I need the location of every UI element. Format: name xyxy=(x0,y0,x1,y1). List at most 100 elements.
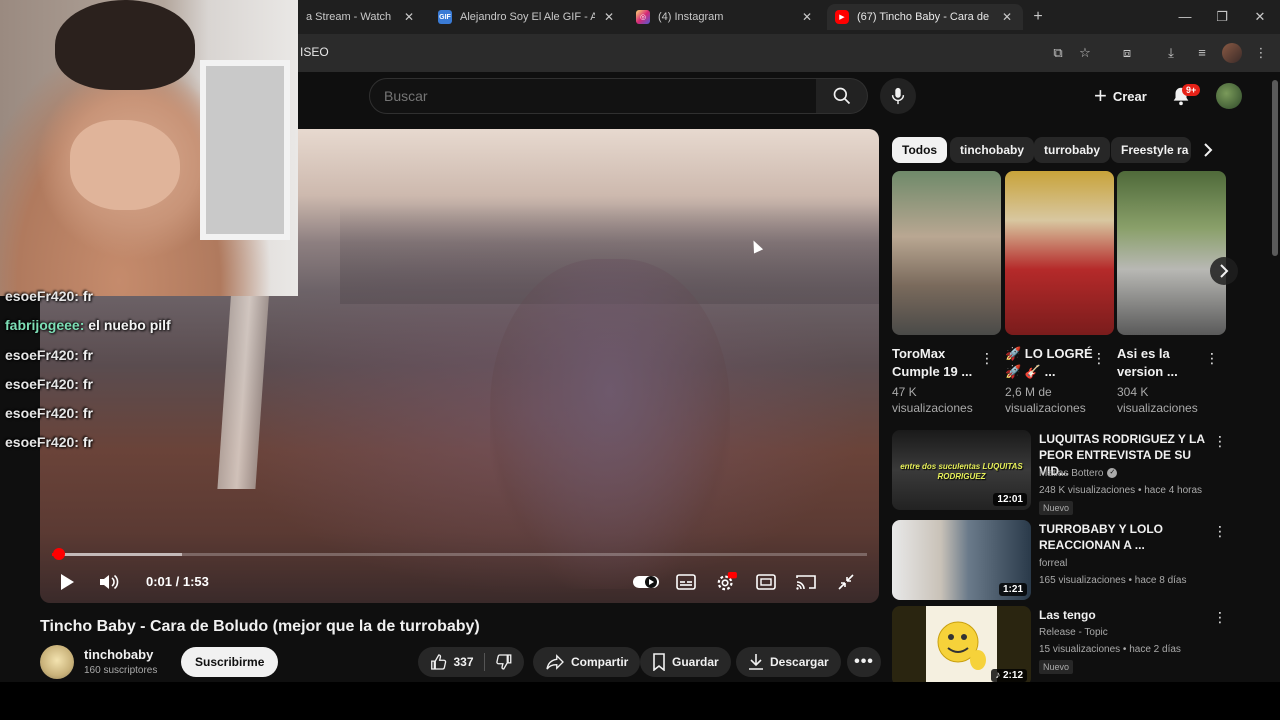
short-thumbnail[interactable] xyxy=(892,171,1001,335)
minimize-icon[interactable]: — xyxy=(1175,8,1195,26)
instagram-favicon-icon: ◎ xyxy=(636,10,650,24)
progress-bar[interactable] xyxy=(52,548,867,560)
short-menu-icon[interactable]: ⋮ xyxy=(980,349,994,367)
subtitles-button[interactable] xyxy=(672,569,700,595)
chips-next-button[interactable] xyxy=(1196,138,1220,162)
search-box xyxy=(369,78,817,114)
url-text[interactable]: ISEO xyxy=(300,45,329,59)
related-channel-name[interactable]: forreal xyxy=(1039,558,1067,569)
media-controls-icon[interactable]: ≡ xyxy=(1193,44,1211,62)
profile-avatar[interactable] xyxy=(1222,43,1242,63)
chip-freestyle[interactable]: Freestyle ra xyxy=(1111,137,1191,163)
chip-todos[interactable]: Todos xyxy=(892,137,948,163)
more-horizontal-icon: ••• xyxy=(854,653,874,670)
save-button[interactable]: Guardar xyxy=(640,647,731,677)
scrubber-handle[interactable] xyxy=(53,548,66,560)
tab-title: Alejandro Soy El Ale GIF - Alejan xyxy=(460,11,595,23)
chat-text: fr xyxy=(82,434,93,451)
volume-button[interactable] xyxy=(96,569,124,595)
downloads-icon[interactable]: ⤓ xyxy=(1162,44,1180,62)
create-label: Crear xyxy=(1112,88,1147,104)
short-views: 2,6 M de visualizaciones xyxy=(1005,385,1086,415)
short-card[interactable]: Asi es la version ... 304 Kvisualizacion… xyxy=(1117,171,1226,416)
related-channel-name[interactable]: Release - Topic xyxy=(1039,627,1108,638)
like-dislike-group: 337 xyxy=(418,647,524,677)
close-tab-icon[interactable]: ✕ xyxy=(999,10,1015,24)
play-button[interactable] xyxy=(53,569,81,595)
short-menu-icon[interactable]: ⋮ xyxy=(1205,349,1219,367)
short-card[interactable]: ToroMax Cumple 19 ... 47 Kvisualizacione… xyxy=(892,171,1001,416)
short-title[interactable]: 🚀 LO LOGRÉ 🚀 🎸 ... xyxy=(1005,345,1095,381)
fullscreen-exit-button[interactable] xyxy=(832,569,860,595)
video-menu-icon[interactable]: ⋮ xyxy=(1213,522,1227,540)
close-tab-icon[interactable]: ✕ xyxy=(799,10,815,24)
settings-button[interactable] xyxy=(712,569,740,595)
create-button[interactable]: + Crear xyxy=(1086,80,1155,112)
chat-username: esoeFr420: xyxy=(5,405,79,422)
account-avatar[interactable] xyxy=(1216,83,1242,109)
page-scrollbar[interactable] xyxy=(1270,72,1280,682)
extensions-icon[interactable]: ⧈ xyxy=(1118,44,1136,62)
webcam-person-hair xyxy=(55,0,195,90)
short-menu-icon[interactable]: ⋮ xyxy=(1092,349,1106,367)
short-views: 47 Kvisualizaciones xyxy=(892,385,973,415)
chip-tinchobaby[interactable]: tinchobaby xyxy=(950,137,1035,163)
close-tab-icon[interactable]: ✕ xyxy=(601,10,617,24)
thumbs-up-icon[interactable] xyxy=(430,653,448,671)
share-arrow-icon xyxy=(546,654,564,670)
short-thumbnail[interactable] xyxy=(1117,171,1226,335)
search-input[interactable] xyxy=(384,88,804,104)
related-video-title[interactable]: Las tengo xyxy=(1039,607,1214,623)
video-menu-icon[interactable]: ⋮ xyxy=(1213,608,1227,626)
new-badge: Nuevo xyxy=(1039,660,1074,674)
channel-name[interactable]: tinchobaby xyxy=(84,647,153,662)
autoplay-toggle[interactable] xyxy=(631,569,661,595)
download-button[interactable]: Descargar xyxy=(736,647,841,677)
short-thumbnail[interactable] xyxy=(1005,171,1114,335)
close-window-icon[interactable]: ✕ xyxy=(1250,8,1270,26)
related-video[interactable]: entre dos suculentas LUQUITAS RODRIGUEZ … xyxy=(892,430,1262,515)
browser-tab-youtube[interactable]: ▶ (67) Tincho Baby - Cara de Bolu ✕ xyxy=(827,4,1023,30)
more-actions-button[interactable]: ••• xyxy=(847,647,881,677)
theater-mode-button[interactable] xyxy=(752,569,780,595)
browser-tab-gif[interactable]: GIF Alejandro Soy El Ale GIF - Alejan ✕ xyxy=(430,4,625,30)
cast-button[interactable] xyxy=(792,569,820,595)
short-card[interactable]: 🚀 LO LOGRÉ 🚀 🎸 ... 2,6 M de visualizacion… xyxy=(1005,171,1114,416)
gif-favicon-icon: GIF xyxy=(438,10,452,24)
youtube-favicon-icon: ▶ xyxy=(835,10,849,24)
scrollbar-thumb[interactable] xyxy=(1272,80,1278,256)
related-video[interactable]: ♪ 2:12 Las tengo Release - Topic 15 visu… xyxy=(892,606,1262,686)
shorts-next-button[interactable] xyxy=(1210,257,1238,285)
tab-title: (67) Tincho Baby - Cara de Bolu xyxy=(857,11,993,23)
chevron-right-icon xyxy=(1204,143,1213,157)
video-frame-person xyxy=(490,259,730,589)
search-button[interactable] xyxy=(816,78,868,114)
bookmark-star-icon[interactable]: ☆ xyxy=(1076,44,1094,62)
browser-menu-icon[interactable]: ⋮ xyxy=(1252,44,1270,62)
related-video-title[interactable]: TURROBABY Y LOLO REACCIONAN A ... xyxy=(1039,521,1214,553)
chip-turrobaby[interactable]: turrobaby xyxy=(1034,137,1111,163)
maximize-icon[interactable]: ❐ xyxy=(1212,8,1232,26)
short-title[interactable]: ToroMax Cumple 19 ... xyxy=(892,345,982,381)
related-channel-name[interactable]: Matias Bottero ✓ xyxy=(1039,468,1118,479)
subscribe-button[interactable]: Suscribirme xyxy=(181,647,279,677)
short-title[interactable]: Asi es la version ... xyxy=(1117,345,1207,381)
close-tab-icon[interactable]: ✕ xyxy=(401,10,417,24)
video-thumbnail[interactable]: 1:21 xyxy=(892,520,1031,600)
volume-icon xyxy=(100,574,119,590)
voice-search-button[interactable] xyxy=(880,78,916,114)
related-video[interactable]: 1:21 TURROBABY Y LOLO REACCIONAN A ... f… xyxy=(892,520,1262,600)
like-count[interactable]: 337 xyxy=(454,655,474,669)
video-thumbnail[interactable]: ♪ 2:12 xyxy=(892,606,1031,686)
video-thumbnail[interactable]: entre dos suculentas LUQUITAS RODRIGUEZ … xyxy=(892,430,1031,510)
browser-tab-stream[interactable]: a Stream - Watch Live ✕ xyxy=(298,4,425,30)
chat-text: fr xyxy=(82,405,93,422)
thumbs-down-icon[interactable] xyxy=(495,653,513,671)
video-menu-icon[interactable]: ⋮ xyxy=(1213,432,1227,450)
share-button[interactable]: Compartir xyxy=(533,647,641,677)
channel-avatar[interactable] xyxy=(40,645,74,679)
browser-tab-instagram[interactable]: ◎ (4) Instagram ✕ xyxy=(628,4,823,30)
subscriber-count: 160 suscriptores xyxy=(84,665,158,676)
new-tab-icon[interactable]: + xyxy=(1029,8,1047,26)
install-app-icon[interactable]: ⧉ xyxy=(1049,44,1067,62)
